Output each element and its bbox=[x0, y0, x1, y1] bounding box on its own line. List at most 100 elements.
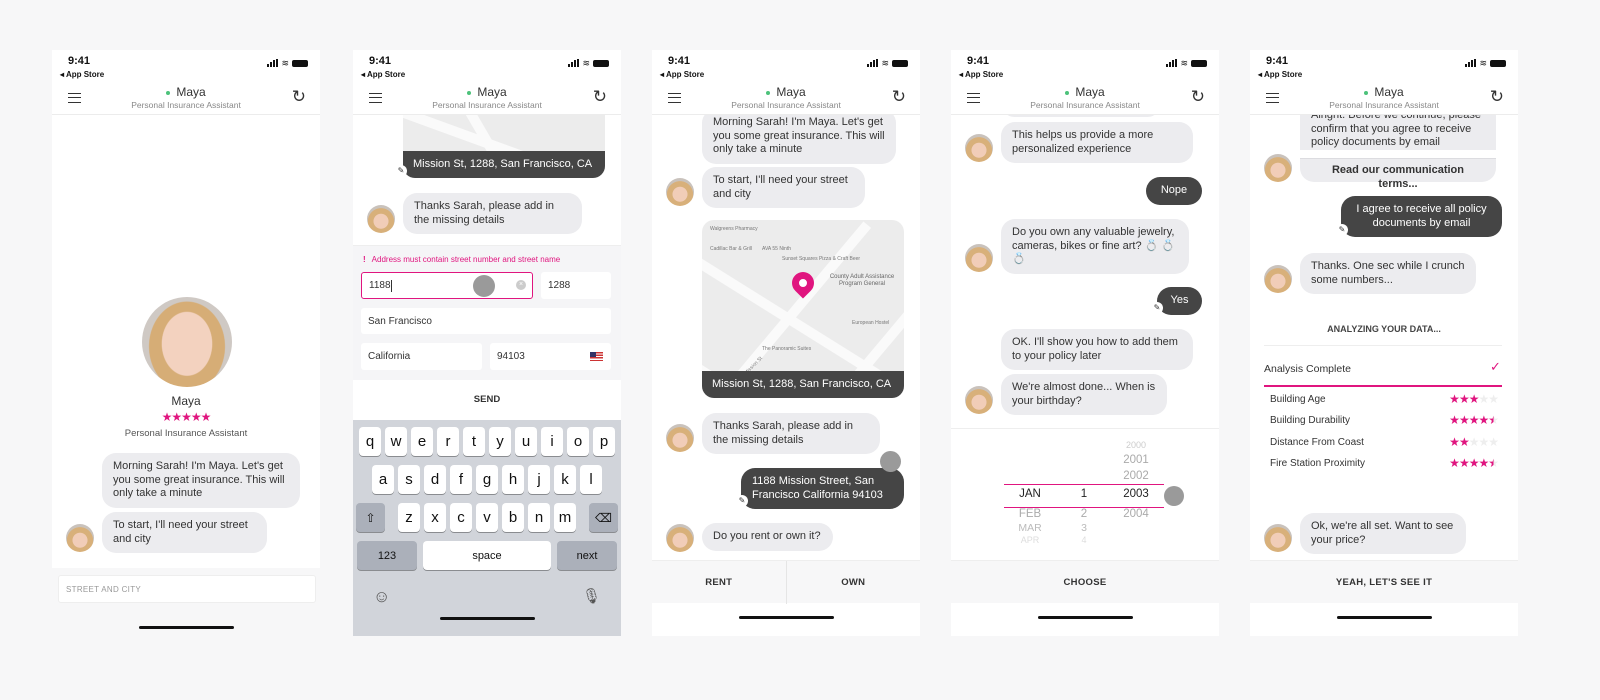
street-city-input[interactable]: STREET AND CITY bbox=[58, 575, 316, 603]
city-input[interactable]: San Francisco bbox=[361, 308, 611, 334]
back-to-app-store[interactable]: ◂ App Store bbox=[1258, 70, 1302, 79]
key-v[interactable]: v bbox=[476, 503, 498, 532]
picker-day[interactable]: 4 bbox=[1054, 535, 1114, 545]
see-price-button[interactable]: YEAH, LET'S SEE IT bbox=[1250, 560, 1518, 603]
rating-stars: ★★★★★ bbox=[1449, 435, 1499, 449]
assistant-role: Personal Insurance Assistant bbox=[1329, 100, 1439, 110]
shift-key[interactable]: ⇧ bbox=[356, 503, 385, 532]
street-number-input[interactable]: 1188 × bbox=[361, 272, 533, 299]
key-t[interactable]: t bbox=[463, 427, 485, 456]
key-w[interactable]: w bbox=[385, 427, 407, 456]
key-a[interactable]: a bbox=[372, 465, 394, 494]
profile-avatar bbox=[142, 297, 232, 387]
key-i[interactable]: i bbox=[541, 427, 563, 456]
status-bar: 9:41 ◂ App Store ≋ bbox=[1250, 50, 1518, 82]
picker-day[interactable]: 2 bbox=[1054, 508, 1114, 520]
clear-icon[interactable]: × bbox=[516, 280, 526, 290]
key-n[interactable]: n bbox=[528, 503, 550, 532]
signal-icon bbox=[867, 59, 879, 67]
picker-month[interactable]: MAR bbox=[1000, 522, 1060, 534]
map-place-label: Sunset Squares Pizza & Craft Beer bbox=[782, 256, 861, 262]
bot-message: OK. I'll show you how to add them to you… bbox=[1001, 329, 1193, 370]
backspace-key[interactable]: ⌫ bbox=[589, 503, 618, 532]
checkmark-icon: ✓ bbox=[1490, 359, 1501, 374]
pencil-icon[interactable]: ✎ bbox=[395, 165, 407, 177]
key-j[interactable]: j bbox=[528, 465, 550, 494]
home-indicator bbox=[139, 626, 234, 629]
key-f[interactable]: f bbox=[450, 465, 472, 494]
refresh-icon[interactable]: ↻ bbox=[1191, 87, 1205, 107]
pencil-icon[interactable]: ✎ bbox=[1151, 302, 1163, 314]
picker-year[interactable]: 2004 bbox=[1106, 508, 1166, 520]
key-c[interactable]: c bbox=[450, 503, 472, 532]
picker-month[interactable]: FEB bbox=[1000, 508, 1060, 520]
key-r[interactable]: r bbox=[437, 427, 459, 456]
key-x[interactable]: x bbox=[424, 503, 446, 532]
key-h[interactable]: h bbox=[502, 465, 524, 494]
rating-stars: ★★★★★ bbox=[1449, 456, 1499, 470]
own-button[interactable]: OWN bbox=[787, 561, 921, 604]
space-key[interactable]: space bbox=[423, 541, 551, 570]
picker-year-selected[interactable]: 2003 bbox=[1106, 488, 1166, 500]
pencil-icon[interactable]: ✎ bbox=[736, 495, 748, 507]
key-b[interactable]: b bbox=[502, 503, 524, 532]
next-key[interactable]: next bbox=[557, 541, 617, 570]
zip-input[interactable]: 94103 bbox=[490, 343, 611, 370]
picker-day-selected[interactable]: 1 bbox=[1054, 488, 1114, 500]
key-d[interactable]: d bbox=[424, 465, 446, 494]
refresh-icon[interactable]: ↻ bbox=[892, 87, 906, 107]
key-q[interactable]: q bbox=[359, 427, 381, 456]
map-address: Mission St, 1288, San Francisco, CA bbox=[702, 371, 904, 398]
key-e[interactable]: e bbox=[411, 427, 433, 456]
profile-name: Maya bbox=[171, 394, 201, 408]
choose-button[interactable]: CHOOSE bbox=[951, 560, 1219, 603]
key-l[interactable]: l bbox=[580, 465, 602, 494]
communication-terms-link[interactable]: Read our communication terms... bbox=[1300, 158, 1496, 190]
picker-day[interactable]: 3 bbox=[1054, 522, 1114, 534]
picker-year[interactable]: 2002 bbox=[1106, 470, 1166, 482]
key-k[interactable]: k bbox=[554, 465, 576, 494]
wifi-icon: ≋ bbox=[1180, 58, 1188, 68]
rent-button[interactable]: RENT bbox=[652, 560, 787, 604]
back-to-app-store[interactable]: ◂ App Store bbox=[361, 70, 405, 79]
state-input[interactable]: California bbox=[361, 343, 482, 370]
key-p[interactable]: p bbox=[593, 427, 615, 456]
refresh-icon[interactable]: ↻ bbox=[1490, 87, 1504, 107]
key-u[interactable]: u bbox=[515, 427, 537, 456]
star-icon: ★ bbox=[1488, 435, 1499, 449]
key-m[interactable]: m bbox=[554, 503, 576, 532]
building-number-input[interactable]: 1288 bbox=[541, 272, 611, 299]
online-indicator bbox=[467, 90, 472, 95]
picker-month[interactable]: APR bbox=[1000, 535, 1060, 545]
key-o[interactable]: o bbox=[567, 427, 589, 456]
picker-month-selected[interactable]: JAN bbox=[1000, 488, 1060, 500]
chat-header: Maya Personal Insurance Assistant ↻ bbox=[652, 82, 920, 115]
assistant-role: Personal Insurance Assistant bbox=[731, 100, 841, 110]
date-picker[interactable]: JAN FEB MAR APR 1 2 3 4 2000 2001 2002 2… bbox=[951, 428, 1219, 560]
profile-role: Personal Insurance Assistant bbox=[124, 428, 248, 439]
microphone-icon[interactable]: 🎙 bbox=[582, 587, 601, 605]
key-z[interactable]: z bbox=[398, 503, 420, 532]
refresh-icon[interactable]: ↻ bbox=[292, 87, 306, 107]
back-to-app-store[interactable]: ◂ App Store bbox=[660, 70, 704, 79]
picker-year[interactable]: 2001 bbox=[1106, 454, 1166, 466]
back-to-app-store[interactable]: ◂ App Store bbox=[60, 70, 104, 79]
send-button[interactable]: SEND bbox=[353, 380, 621, 420]
avatar bbox=[1264, 524, 1292, 552]
assistant-name: Maya bbox=[1374, 85, 1404, 99]
numbers-key[interactable]: 123 bbox=[357, 541, 417, 570]
star-icon: ★ bbox=[1458, 413, 1470, 427]
key-y[interactable]: y bbox=[489, 427, 511, 456]
star-icon: ★ bbox=[1449, 435, 1460, 449]
refresh-icon[interactable]: ↻ bbox=[593, 87, 607, 107]
chat-header: Maya Personal Insurance Assistant ↻ bbox=[951, 82, 1219, 115]
user-message: 1188 Mission Street, San Francisco Calif… bbox=[741, 468, 904, 509]
key-g[interactable]: g bbox=[476, 465, 498, 494]
back-to-app-store[interactable]: ◂ App Store bbox=[959, 70, 1003, 79]
emoji-icon[interactable]: ☺ bbox=[373, 587, 390, 607]
pencil-icon[interactable]: ✎ bbox=[1336, 224, 1348, 236]
bot-message: Morning Sarah! I'm Maya. Let's get you s… bbox=[702, 109, 896, 164]
picker-year[interactable]: 2000 bbox=[1106, 440, 1166, 450]
key-s[interactable]: s bbox=[398, 465, 420, 494]
assistant-role: Personal Insurance Assistant bbox=[432, 100, 542, 110]
